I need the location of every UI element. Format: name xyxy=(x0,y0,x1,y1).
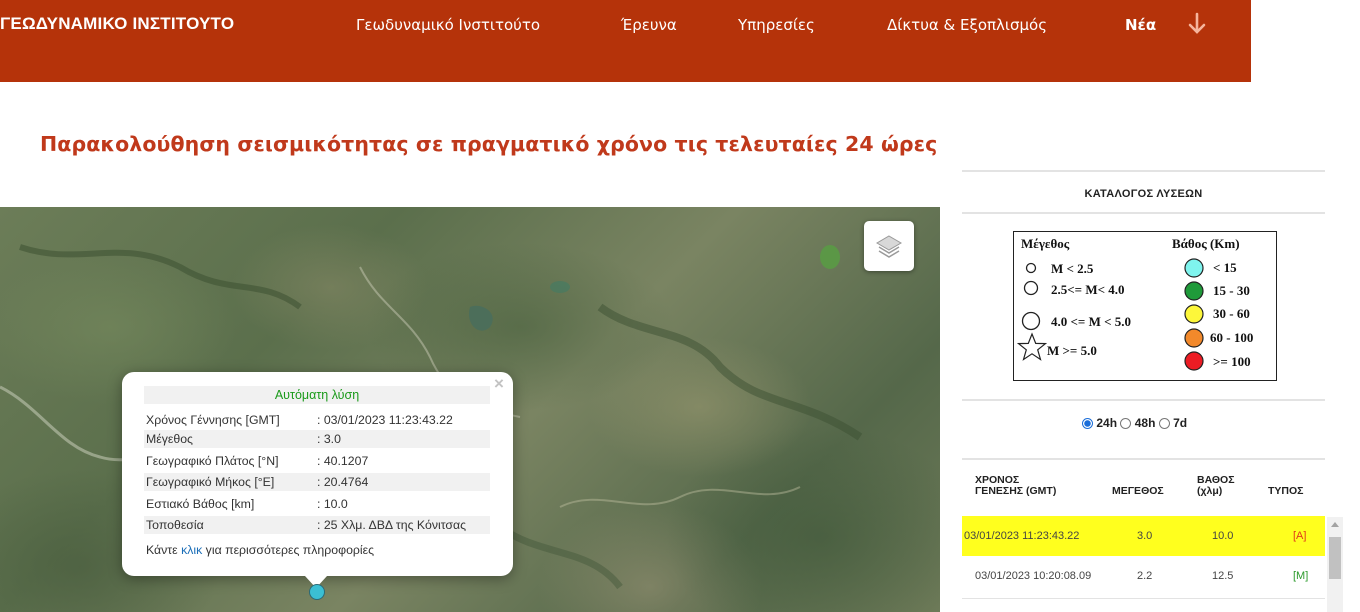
col-header-depth[interactable]: ΒΑΘΟΣ (χλμ) xyxy=(1197,475,1235,497)
event-popup: Αυτόματη λύση Χρόνος Γέννησης [GMT]: 03/… xyxy=(122,372,513,576)
row-divider xyxy=(962,598,1325,599)
nav-item-research[interactable]: Έρευνα xyxy=(621,16,677,34)
circle-large-icon xyxy=(1021,311,1041,331)
panel-divider xyxy=(962,212,1325,214)
legend-magnitude-title: Μέγεθος xyxy=(1021,236,1070,251)
popup-row-magnitude: Μέγεθος: 3.0 xyxy=(144,430,490,448)
layers-button[interactable] xyxy=(864,221,914,271)
radio-24h[interactable] xyxy=(1082,418,1093,429)
period-selector: 24h 48h 7d xyxy=(1082,416,1187,430)
radio-7d[interactable] xyxy=(1158,418,1170,429)
legend-depth-item: 15 - 30 xyxy=(1213,283,1250,298)
earthquake-marker[interactable] xyxy=(309,584,325,600)
circle-medium-icon xyxy=(1023,280,1039,296)
scroll-thumb[interactable] xyxy=(1329,537,1341,579)
legend-box: Μέγεθος Βάθος (Km) M < 2.5 2.5<= M< 4.0 … xyxy=(1013,231,1277,381)
nav-item-services[interactable]: Υπηρεσίες xyxy=(738,16,815,34)
panel-divider xyxy=(962,170,1325,172)
star-icon xyxy=(1017,332,1047,361)
popup-row-latitude: Γεωγραφικό Πλάτος [°N]: 40.1207 xyxy=(146,454,369,468)
nav-item-news[interactable]: Νέα xyxy=(1125,16,1156,34)
site-header xyxy=(0,0,1251,82)
popup-row-location: Τοποθεσία: 25 Χλμ. ΔΒΔ της Κόνιτσας xyxy=(144,516,490,534)
table-row[interactable]: 03/01/2023 10:20:08.09 2.2 12.5 [M] xyxy=(962,556,1325,596)
scroll-up-icon[interactable] xyxy=(1331,522,1339,527)
catalog-title: ΚΑΤΑΛΟΓΟΣ ΛΥΣΕΩΝ xyxy=(1084,188,1203,200)
legend-depth-title: Βάθος (Km) xyxy=(1172,236,1240,251)
circle-small-icon xyxy=(1025,262,1037,274)
popup-row-depth: Εστιακό Βάθος [km]: 10.0 xyxy=(146,497,348,511)
page-title: Παρακολούθηση σεισμικότητας σε πραγματικ… xyxy=(40,132,938,156)
arrow-down-icon[interactable] xyxy=(1186,10,1208,38)
legend-depth-item: 60 - 100 xyxy=(1210,330,1254,345)
col-header-type[interactable]: ΤΥΠΟΣ xyxy=(1268,486,1303,497)
legend-mag-item: M >= 5.0 xyxy=(1047,343,1097,358)
table-row[interactable]: 03/01/2023 11:23:43.22 3.0 10.0 [A] xyxy=(962,516,1325,556)
popup-heading: Αυτόματη λύση xyxy=(144,386,490,404)
col-header-time[interactable]: ΧΡΟΝΟΣ ΓΕΝΕΣΗΣ (GMT) xyxy=(975,475,1056,497)
depth-color-icon xyxy=(1184,328,1204,348)
popup-row-origin-time: Χρόνος Γέννησης [GMT]: 03/01/2023 11:23:… xyxy=(146,413,453,427)
legend-mag-item: M < 2.5 xyxy=(1051,261,1094,276)
close-icon[interactable]: × xyxy=(494,374,504,394)
legend-mag-item: 2.5<= M< 4.0 xyxy=(1051,282,1125,297)
radio-label-24h: 24h xyxy=(1096,416,1118,430)
legend-depth-item: 30 - 60 xyxy=(1213,306,1250,321)
depth-color-icon xyxy=(1184,258,1204,278)
depth-color-icon xyxy=(1184,281,1204,301)
more-info-link[interactable]: κλικ xyxy=(181,543,202,557)
radio-48h[interactable] xyxy=(1120,418,1132,429)
legend-mag-item: 4.0 <= M < 5.0 xyxy=(1051,314,1131,329)
nav-item-institute[interactable]: Γεωδυναμικό Ινστιτούτο xyxy=(356,16,540,34)
legend-depth-item: < 15 xyxy=(1213,260,1237,275)
popup-footer: Κάντε κλικ για περισσότερες πληροφορίες xyxy=(146,543,375,557)
depth-color-icon xyxy=(1184,304,1204,324)
popup-row-longitude: Γεωγραφικό Μήκος [°E]: 20.4764 xyxy=(144,473,490,491)
radio-label-7d: 7d xyxy=(1173,416,1188,430)
layers-icon xyxy=(876,235,902,258)
type-badge: [M] xyxy=(1293,570,1309,582)
depth-color-icon xyxy=(1184,351,1204,371)
radio-label-48h: 48h xyxy=(1134,416,1156,430)
legend-depth-item: >= 100 xyxy=(1213,354,1251,369)
type-badge: [A] xyxy=(1293,530,1307,542)
col-header-magnitude[interactable]: ΜΕΓΕΘΟΣ xyxy=(1112,486,1164,497)
panel-divider xyxy=(962,458,1325,460)
nav-item-networks[interactable]: Δίκτυα & Εξοπλισμός xyxy=(887,16,1047,34)
site-brand[interactable]: ΓΕΩΔΥΝΑΜΙΚΟ ΙΝΣΤΙΤΟΥΤΟ xyxy=(0,14,234,34)
panel-divider xyxy=(962,399,1325,401)
